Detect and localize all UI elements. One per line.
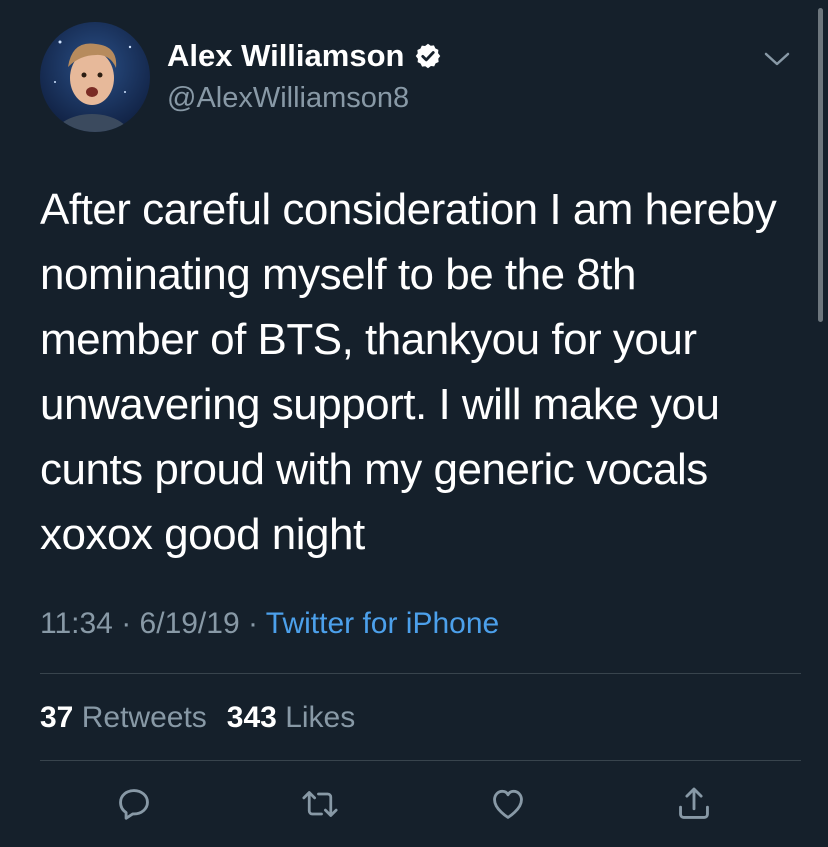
likes-stat[interactable]: 343 Likes <box>227 701 355 734</box>
retweets-count: 37 <box>40 701 74 734</box>
reply-icon <box>119 789 149 820</box>
share-button[interactable] <box>672 782 716 826</box>
likes-count: 343 <box>226 701 277 734</box>
share-icon <box>679 787 709 819</box>
scrollbar[interactable] <box>818 8 823 322</box>
tweet-stats: 37 Retweets 343 Likes <box>40 699 355 737</box>
retweets-label: Retweets <box>81 701 207 734</box>
tweet-date: 6/19/19 <box>139 607 240 640</box>
chevron-down-icon[interactable] <box>762 48 792 70</box>
author-name-row[interactable]: Alex Williamson <box>167 38 442 74</box>
meta-separator: · <box>247 607 258 640</box>
retweet-icon <box>302 791 338 817</box>
reply-button[interactable] <box>112 782 156 826</box>
tweet-source-link[interactable]: Twitter for iPhone <box>266 607 499 640</box>
tweet-metadata: 11:34 · 6/19/19 · Twitter for iPhone <box>40 605 499 643</box>
author-handle[interactable]: @AlexWilliamson8 <box>167 81 409 115</box>
profile-photo-icon <box>40 22 150 132</box>
divider <box>40 673 801 674</box>
tweet-text: After careful consideration I am hereby … <box>40 185 777 559</box>
retweets-stat[interactable]: 37 Retweets <box>40 701 207 734</box>
tweet-time: 11:34 <box>40 607 113 640</box>
like-button[interactable] <box>486 782 530 826</box>
tweet-detail-view: Alex Williamson @AlexWilliamson8 After c… <box>0 0 828 847</box>
likes-label: Likes <box>285 701 356 734</box>
meta-separator: · <box>121 607 132 640</box>
retweet-button[interactable] <box>298 782 342 826</box>
avatar[interactable] <box>40 22 150 132</box>
tweet-action-bar <box>0 782 828 828</box>
verified-badge-icon <box>416 43 441 69</box>
divider <box>40 760 801 761</box>
like-icon <box>493 789 523 819</box>
author-display-name[interactable]: Alex Williamson <box>167 38 404 74</box>
